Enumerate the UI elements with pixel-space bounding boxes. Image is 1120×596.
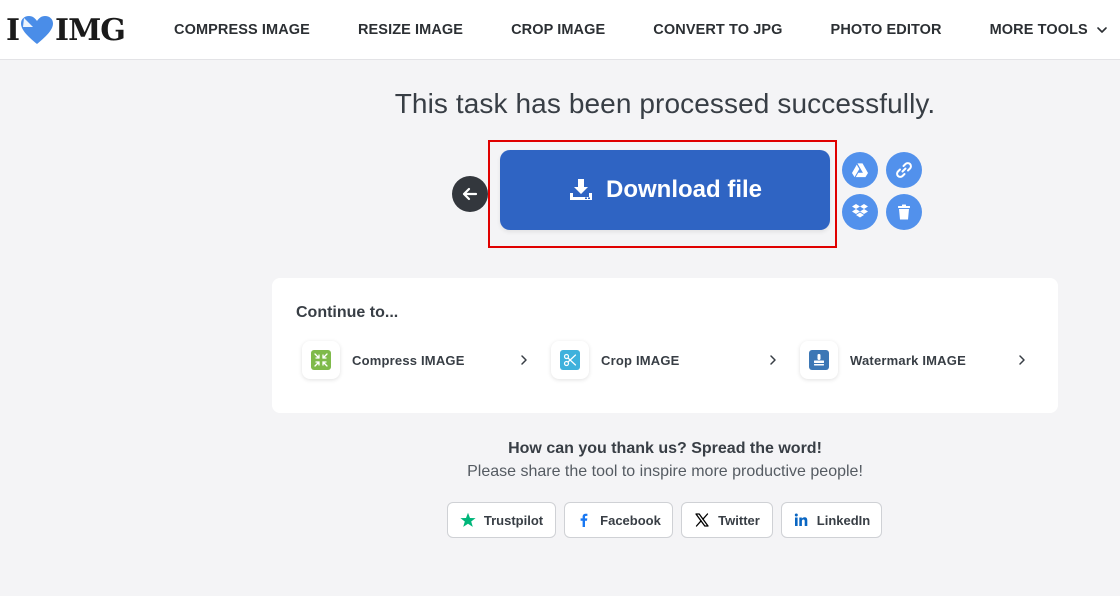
google-drive-icon xyxy=(851,162,869,178)
chevron-right-icon xyxy=(770,355,776,365)
save-to-dropbox-button[interactable] xyxy=(842,194,878,230)
nav-crop-image[interactable]: CROP IMAGE xyxy=(487,0,629,60)
chevron-down-icon xyxy=(1097,27,1107,33)
chevron-right-icon xyxy=(1019,355,1025,365)
logo-letters-img: IMG xyxy=(55,12,126,48)
download-file-button[interactable]: Download file xyxy=(500,150,830,230)
delete-file-button[interactable] xyxy=(886,194,922,230)
tool-icon-frame xyxy=(551,341,589,379)
share-facebook-label: Facebook xyxy=(600,512,661,528)
main-nav: COMPRESS IMAGE RESIZE IMAGE CROP IMAGE C… xyxy=(150,0,1120,60)
trash-icon xyxy=(898,204,910,220)
continue-watermark-image[interactable]: Watermark IMAGE xyxy=(800,340,1028,380)
dropbox-icon xyxy=(852,204,868,218)
back-button[interactable] xyxy=(452,176,488,212)
share-title: How can you thank us? Spread the word! xyxy=(508,440,822,457)
nav-more-tools[interactable]: MORE TOOLS xyxy=(966,0,1120,60)
scissors-icon xyxy=(560,350,580,370)
top-header: I IMG COMPRESS IMAGE RESIZE IMAGE CROP I… xyxy=(0,0,1120,60)
share-twitter-label: Twitter xyxy=(718,512,760,528)
share-trustpilot-button[interactable]: Trustpilot xyxy=(447,502,556,538)
link-icon xyxy=(896,162,912,178)
continue-card: Continue to... Compress IMAGE Crop IMAGE… xyxy=(272,278,1058,413)
logo-letter-i: I xyxy=(6,12,20,48)
linkedin-icon xyxy=(794,513,808,526)
tool-icon-frame xyxy=(302,341,340,379)
x-icon xyxy=(695,513,709,527)
ilovimg-logo[interactable]: I IMG xyxy=(6,12,126,48)
copy-link-button[interactable] xyxy=(886,152,922,188)
continue-compress-image[interactable]: Compress IMAGE xyxy=(302,340,530,380)
compress-icon xyxy=(311,350,331,370)
tool-icon-frame xyxy=(800,341,838,379)
continue-compress-label: Compress IMAGE xyxy=(352,352,465,368)
continue-crop-label: Crop IMAGE xyxy=(601,352,680,368)
nav-resize-image[interactable]: RESIZE IMAGE xyxy=(334,0,487,60)
share-linkedin-button[interactable]: LinkedIn xyxy=(781,502,882,538)
share-facebook-button[interactable]: Facebook xyxy=(564,502,673,538)
chevron-right-icon xyxy=(521,355,527,365)
stamp-icon xyxy=(809,350,829,370)
nav-photo-editor[interactable]: PHOTO EDITOR xyxy=(807,0,966,60)
arrow-left-icon xyxy=(462,187,478,201)
continue-crop-image[interactable]: Crop IMAGE xyxy=(551,340,779,380)
save-to-google-drive-button[interactable] xyxy=(842,152,878,188)
share-trustpilot-label: Trustpilot xyxy=(483,512,544,528)
continue-title: Continue to... xyxy=(296,304,399,321)
nav-convert-to-jpg[interactable]: CONVERT TO JPG xyxy=(629,0,806,60)
nav-more-tools-label: MORE TOOLS xyxy=(989,22,1088,38)
share-twitter-button[interactable]: Twitter xyxy=(681,502,773,538)
share-subtitle: Please share the tool to inspire more pr… xyxy=(467,463,863,480)
nav-compress-image[interactable]: COMPRESS IMAGE xyxy=(150,0,334,60)
continue-watermark-label: Watermark IMAGE xyxy=(850,352,966,368)
download-icon xyxy=(570,179,592,200)
download-file-label: Download file xyxy=(606,176,762,203)
share-linkedin-label: LinkedIn xyxy=(816,512,871,528)
facebook-icon xyxy=(580,513,588,527)
page-title: This task has been processed successfull… xyxy=(394,88,936,119)
heart-logo-icon xyxy=(21,16,54,44)
star-icon xyxy=(460,512,476,527)
